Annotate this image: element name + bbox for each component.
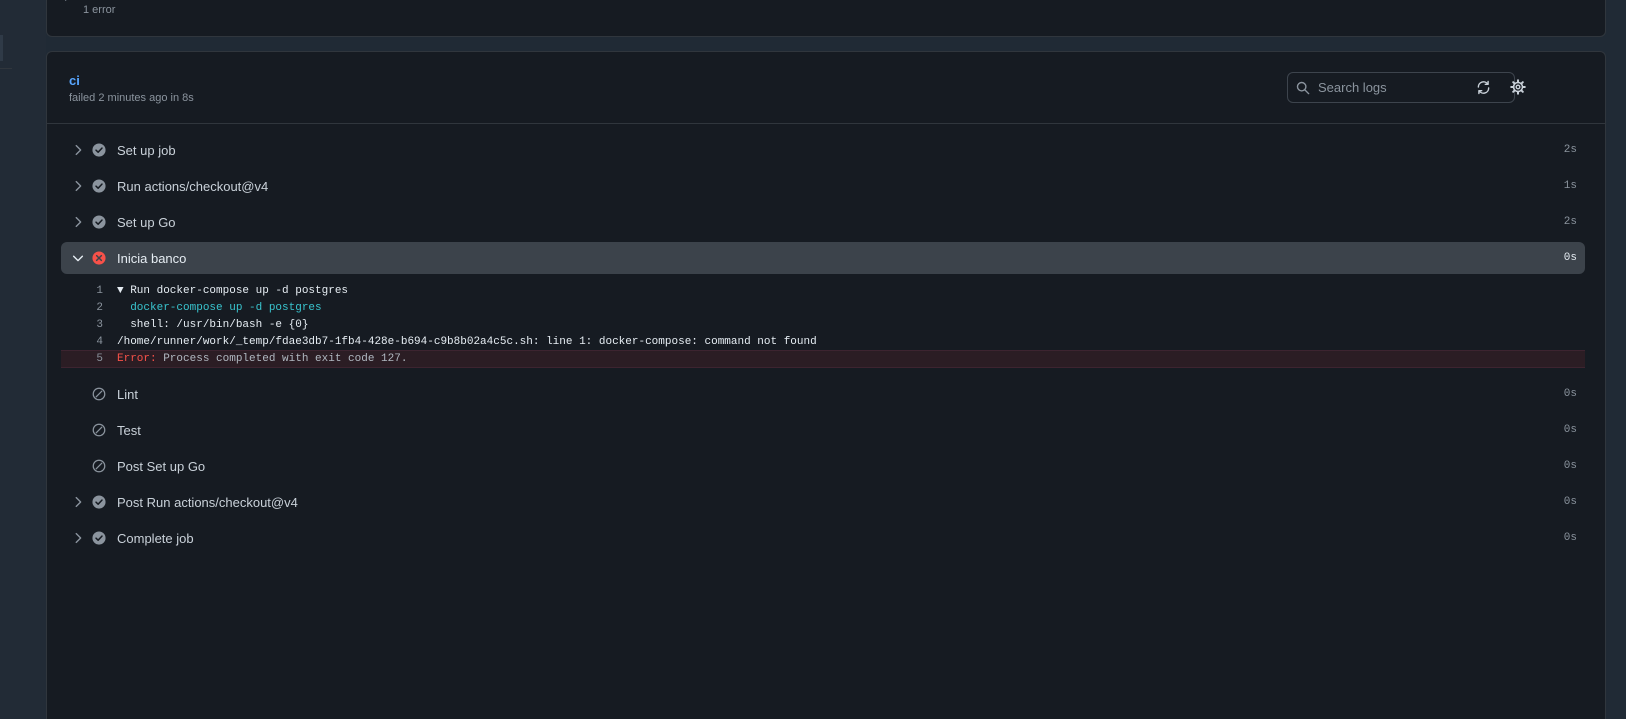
skip-icon (92, 459, 106, 473)
left-sidebar-edge (0, 0, 46, 719)
job-name-link[interactable]: ci (69, 73, 80, 88)
step-duration: 1s (1563, 180, 1577, 192)
step-test[interactable]: Test 0s (61, 414, 1585, 446)
log-line-number[interactable]: 1 (61, 285, 103, 297)
chevron-right-icon (75, 496, 82, 508)
step-name: Post Set up Go (117, 459, 206, 474)
settings-button[interactable] (1507, 76, 1529, 98)
step-lint[interactable]: Lint 0s (61, 378, 1585, 410)
log-line-number[interactable]: 2 (61, 302, 103, 314)
step-duration: 0s (1563, 496, 1577, 508)
search-logs-input[interactable] (1318, 80, 1498, 95)
check-circle-icon (92, 531, 106, 545)
chevron-down-icon (72, 255, 84, 262)
search-icon (1296, 81, 1310, 94)
job-log-panel: ci failed 2 minutes ago in 8s Search log… (46, 51, 1606, 719)
step-name: Inicia banco (117, 251, 187, 266)
check-circle-icon (92, 495, 106, 509)
step-duration: 0s (1563, 460, 1577, 472)
step-name: Complete job (117, 531, 194, 546)
sidebar-tab-indicator (0, 35, 3, 61)
chevron-right-icon (75, 144, 82, 156)
log-line: 4 /home/runner/work/_temp/fdae3db7-1fb4-… (61, 333, 1585, 350)
step-complete-job[interactable]: Complete job 0s (61, 522, 1585, 554)
step-duration: 0s (1563, 532, 1577, 544)
log-line-number[interactable]: 4 (61, 336, 103, 348)
sidebar-divider (0, 68, 12, 69)
step-set-up-go[interactable]: Set up Go 2s (61, 206, 1585, 238)
log-line-number[interactable]: 5 (61, 353, 103, 365)
log-line: 2 docker-compose up -d postgres (61, 299, 1585, 316)
skip-icon (92, 423, 106, 437)
chevron-right-icon (75, 216, 82, 228)
caret-icon: ▸ (65, 0, 70, 4)
job-header: ci failed 2 minutes ago in 8s (47, 52, 1605, 124)
log-line-number[interactable]: 3 (61, 319, 103, 331)
log-line: 3 shell: /usr/bin/bash -e {0} (61, 316, 1585, 333)
error-message: Process completed with exit code 127. (156, 353, 408, 365)
step-name: Set up job (117, 143, 176, 158)
skip-icon (92, 387, 106, 401)
check-circle-icon (92, 179, 106, 193)
log-line: 1 ▼ Run docker-compose up -d postgres (61, 282, 1585, 299)
annotations-card: ▸ 1 error (46, 0, 1606, 37)
step-post-run-checkout[interactable]: Post Run actions/checkout@v4 0s (61, 486, 1585, 518)
check-circle-icon (92, 215, 106, 229)
step-inicia-banco[interactable]: Inicia banco 0s (61, 242, 1585, 274)
log-line-text: docker-compose up -d postgres (117, 301, 322, 314)
step-name: Post Run actions/checkout@v4 (117, 495, 298, 510)
chevron-right-icon (75, 532, 82, 544)
refresh-button[interactable] (1472, 76, 1494, 98)
log-line-text: shell: /usr/bin/bash -e {0} (117, 318, 309, 331)
step-duration: 0s (1563, 252, 1577, 264)
step-name: Test (117, 423, 141, 438)
check-circle-icon (92, 143, 106, 157)
chevron-right-icon (75, 180, 82, 192)
log-line-error: 5 Error: Process completed with exit cod… (61, 350, 1585, 368)
step-set-up-job[interactable]: Set up job 2s (61, 134, 1585, 166)
x-circle-icon (92, 251, 106, 265)
step-post-set-up-go[interactable]: Post Set up Go 0s (61, 450, 1585, 482)
log-line-text: ▼ Run docker-compose up -d postgres (117, 284, 349, 297)
step-duration: 2s (1563, 216, 1577, 228)
step-name: Lint (117, 387, 138, 402)
sync-icon (1477, 80, 1489, 94)
step-log-output: 1 ▼ Run docker-compose up -d postgres 2 … (61, 282, 1585, 368)
step-run-checkout[interactable]: Run actions/checkout@v4 1s (61, 170, 1585, 202)
step-duration: 0s (1563, 388, 1577, 400)
log-line-text: /home/runner/work/_temp/fdae3db7-1fb4-42… (117, 335, 817, 348)
step-name: Set up Go (117, 215, 176, 230)
log-line-text: Error: Process completed with exit code … (117, 353, 407, 365)
step-duration: 2s (1563, 144, 1577, 156)
step-duration: 0s (1563, 424, 1577, 436)
gear-icon (1510, 79, 1526, 95)
error-label: Error: (117, 353, 157, 365)
error-summary: 1 error (83, 4, 116, 16)
steps-list: Set up job 2s Run actions/checkout@v4 1s… (61, 134, 1585, 558)
job-status-text: failed 2 minutes ago in 8s (69, 92, 194, 104)
step-name: Run actions/checkout@v4 (117, 179, 269, 194)
